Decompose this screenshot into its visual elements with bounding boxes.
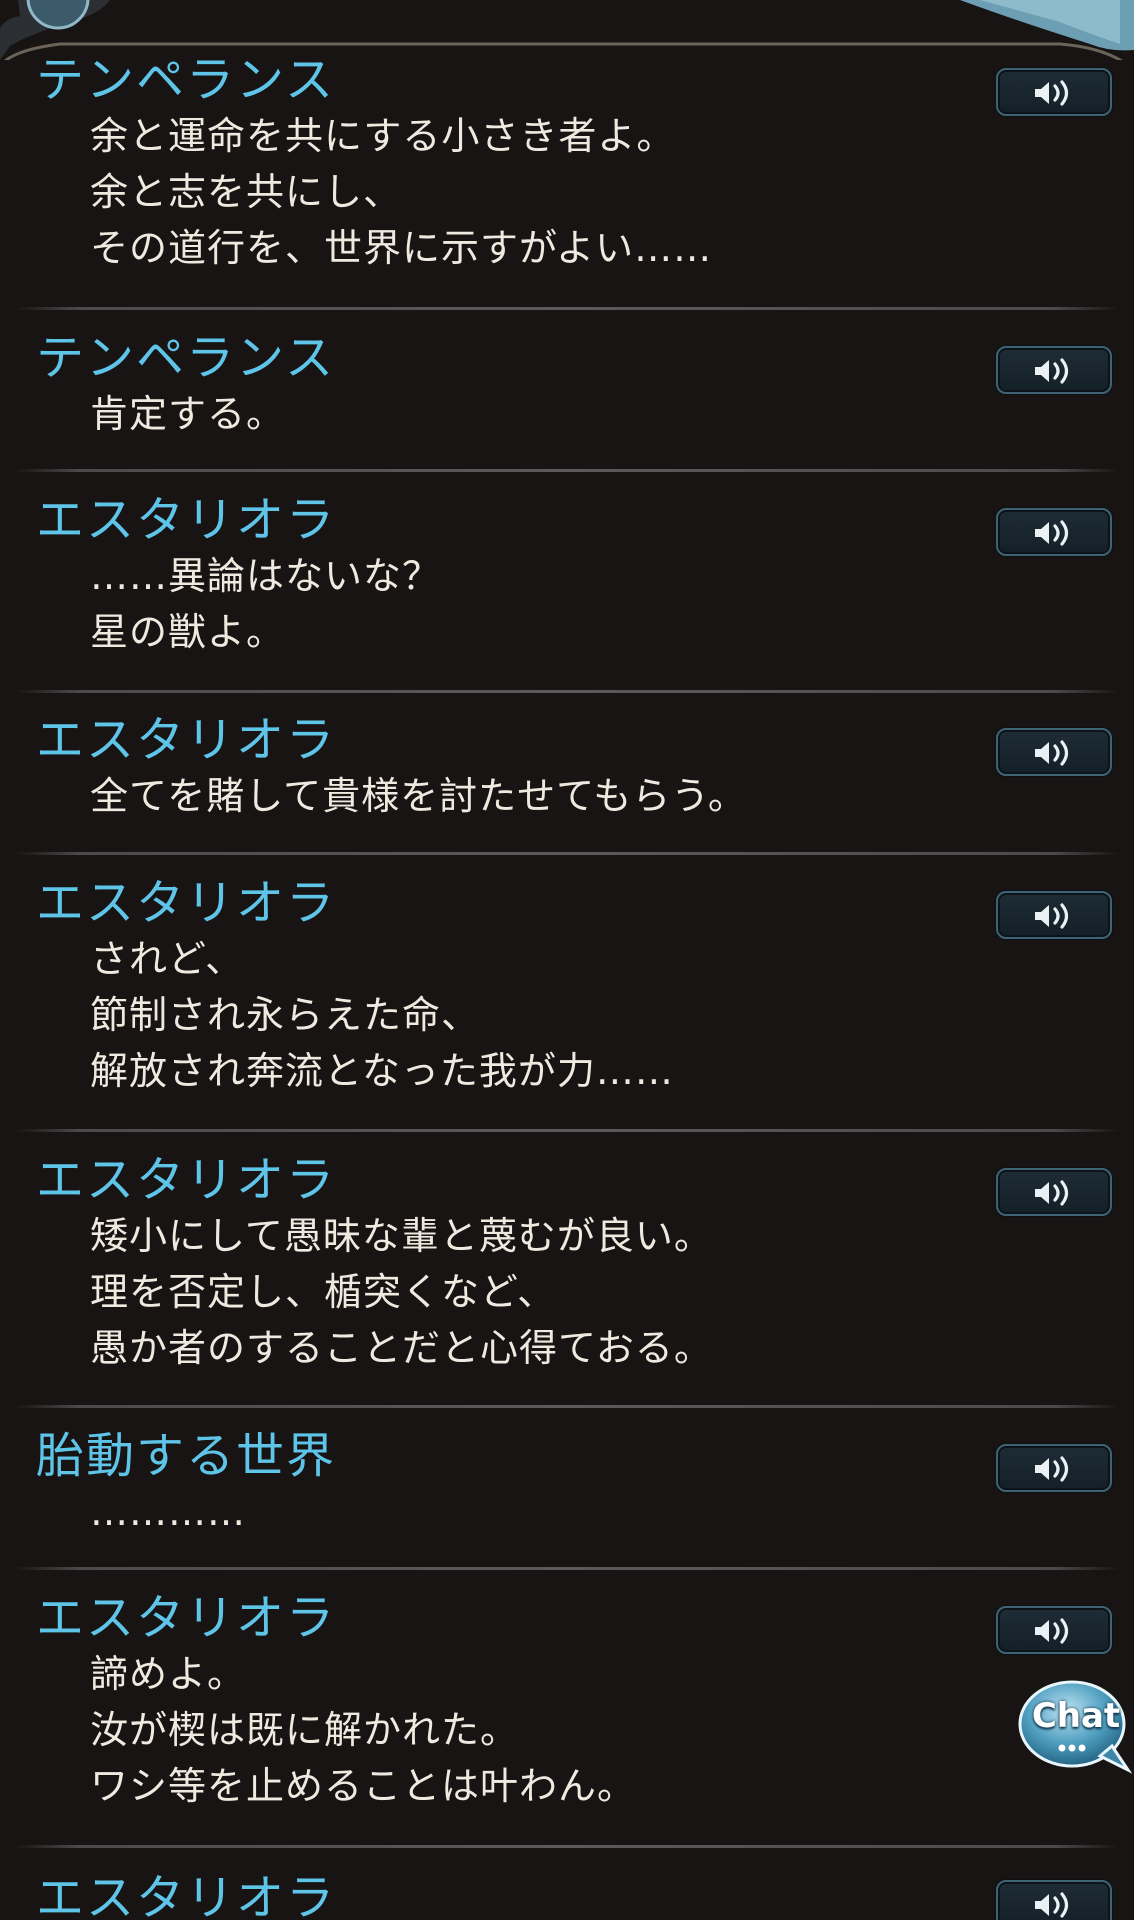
- dialogue-line: …………: [90, 1490, 246, 1534]
- speaker-name: 胎動する世界: [36, 1428, 337, 1484]
- voice-play-button[interactable]: [996, 1444, 1112, 1492]
- dialogue-lines: 肯定する。: [90, 386, 285, 442]
- story-log-screen: テンペランス 余と運命を共にする小さき者よ。 余と志を共にし、 その道行を、世界に示す…: [0, 0, 1134, 1920]
- dialogue-lines: 余と運命を共にする小さき者よ。 余と志を共にし、その道行を、世界に示すがよい……: [90, 108, 712, 276]
- entry-divider: [14, 852, 1120, 855]
- speaker-icon: [1035, 1456, 1069, 1482]
- speaker-icon: [1035, 1618, 1069, 1644]
- speaker-icon: [1035, 358, 1069, 384]
- dialogue-lines: 全てを賭して貴様を討たせてもらう。: [90, 768, 747, 824]
- dialogue-line: 諦めよ。: [90, 1652, 247, 1696]
- dialogue-line: されど、: [90, 937, 245, 981]
- dialogue-line: 解放され奔流となった我が力……: [90, 1049, 674, 1093]
- speaker-icon: [1035, 740, 1069, 766]
- entry-divider: [14, 1129, 1120, 1132]
- speaker-name: エスタリオラ: [36, 1870, 337, 1920]
- dialogue-line: 愚か者のすることだと心得ておる。: [90, 1326, 713, 1370]
- entry-divider: [14, 1845, 1120, 1848]
- entry-divider: [14, 690, 1120, 693]
- speaker-icon: [1035, 1892, 1069, 1918]
- dialogue-line: ……異論はないな？: [90, 554, 442, 598]
- speaker-name: エスタリオラ: [36, 1590, 337, 1646]
- dialogue-line: 星の獣よ。: [90, 610, 286, 654]
- dialogue-line: 余と志を共にし、: [90, 170, 403, 214]
- speaker-icon: [1035, 80, 1069, 106]
- speaker-name: エスタリオラ: [36, 712, 337, 768]
- dialogue-lines: 矮小にして愚昧な輩と蔑むが良い。 理を否定し、楯突くなど、愚か者のすることだと心得…: [90, 1208, 713, 1376]
- dialogue-lines: ……異論はないな？ 星の獣よ。: [90, 548, 441, 660]
- entry-divider: [14, 1405, 1120, 1408]
- dialogue-lines: 諦めよ。汝が楔は既に解かれた。ワシ等を止めることは叶わん。: [90, 1646, 636, 1814]
- speaker-name: エスタリオラ: [36, 875, 337, 931]
- entry-divider: [14, 1567, 1120, 1570]
- dialogue-line: 汝が楔は既に解かれた。: [90, 1708, 520, 1752]
- dialogue-line: 節制され永らえた命、: [90, 993, 481, 1037]
- chat-button-label: Chat: [1031, 1696, 1121, 1736]
- dialogue-lines: …………: [90, 1484, 246, 1540]
- speaker-icon: [1035, 520, 1069, 546]
- speaker-icon: [1035, 1180, 1069, 1206]
- top-frame-decoration: [0, 0, 1134, 60]
- voice-play-button[interactable]: [996, 346, 1112, 394]
- dialogue-line: その道行を、世界に示すがよい……: [90, 226, 713, 270]
- voice-play-button[interactable]: [996, 891, 1112, 939]
- voice-play-button[interactable]: [996, 1168, 1112, 1216]
- speaker-name: エスタリオラ: [36, 492, 337, 548]
- speaker-name: テンペランス: [36, 330, 336, 386]
- voice-play-button[interactable]: [996, 68, 1112, 116]
- speaker-name: エスタリオラ: [36, 1152, 337, 1208]
- dialogue-line: 理を否定し、楯突くなど、: [90, 1270, 557, 1314]
- dialogue-line: ワシ等を止めることは叶わん。: [90, 1764, 637, 1808]
- voice-play-button[interactable]: [996, 1880, 1112, 1920]
- dialogue-line: 余と運命を共にする小さき者よ。: [90, 114, 676, 158]
- dialogue-lines: されど、節制され永らえた命、解放され奔流となった我が力……: [90, 931, 674, 1099]
- chat-button[interactable]: Chat: [1016, 1676, 1132, 1776]
- dialogue-line: 肯定する。: [90, 392, 286, 436]
- dialogue-line: 矮小にして愚昧な輩と蔑むが良い。: [90, 1214, 713, 1258]
- speaker-icon: [1035, 903, 1069, 929]
- entry-divider: [14, 307, 1120, 310]
- voice-play-button[interactable]: [996, 1606, 1112, 1654]
- voice-play-button[interactable]: [996, 508, 1112, 556]
- entry-divider: [14, 469, 1120, 472]
- dialogue-line: 全てを賭して貴様を討たせてもらう。: [90, 774, 747, 818]
- speaker-name: テンペランス: [36, 52, 336, 108]
- voice-play-button[interactable]: [996, 728, 1112, 776]
